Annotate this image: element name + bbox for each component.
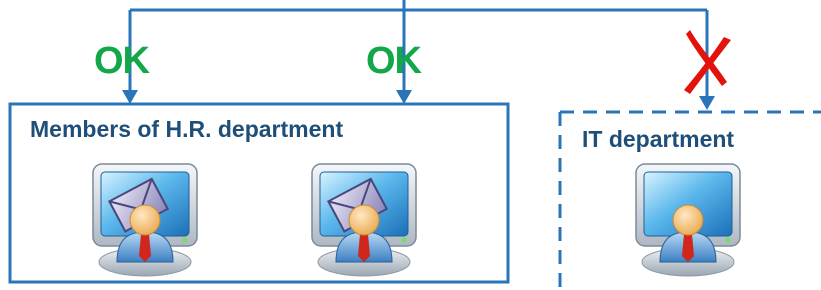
power-light: [725, 237, 731, 243]
user-head: [672, 204, 704, 236]
user-tie: [358, 234, 370, 262]
user-head: [129, 204, 161, 236]
ok-label-hr-member-1: OK: [94, 40, 150, 82]
ok-label-hr-member-2: OK: [366, 40, 422, 82]
user-tie: [139, 234, 151, 262]
connector-lines: [130, 0, 707, 12]
hr-group-title: Members of H.R. department: [30, 116, 344, 142]
power-light: [401, 237, 407, 243]
user-head: [348, 204, 380, 236]
power-light: [182, 237, 188, 243]
user-tie: [682, 234, 694, 262]
computer-user-with-envelope-icon: [311, 163, 417, 277]
computer-user-icon: [635, 163, 741, 277]
computer-user-with-envelope-icon: [92, 163, 198, 277]
it-group-title: IT department: [582, 126, 735, 152]
